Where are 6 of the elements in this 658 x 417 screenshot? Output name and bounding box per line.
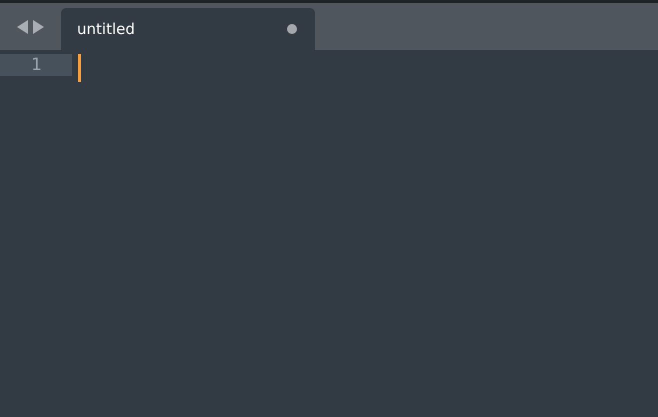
editor-tab[interactable]: untitled xyxy=(61,8,315,50)
line-number: 1 xyxy=(0,54,72,76)
left-arrow-icon[interactable] xyxy=(17,20,28,34)
text-cursor xyxy=(78,54,81,82)
right-arrow-icon[interactable] xyxy=(33,20,44,34)
tab-title: untitled xyxy=(77,20,135,38)
